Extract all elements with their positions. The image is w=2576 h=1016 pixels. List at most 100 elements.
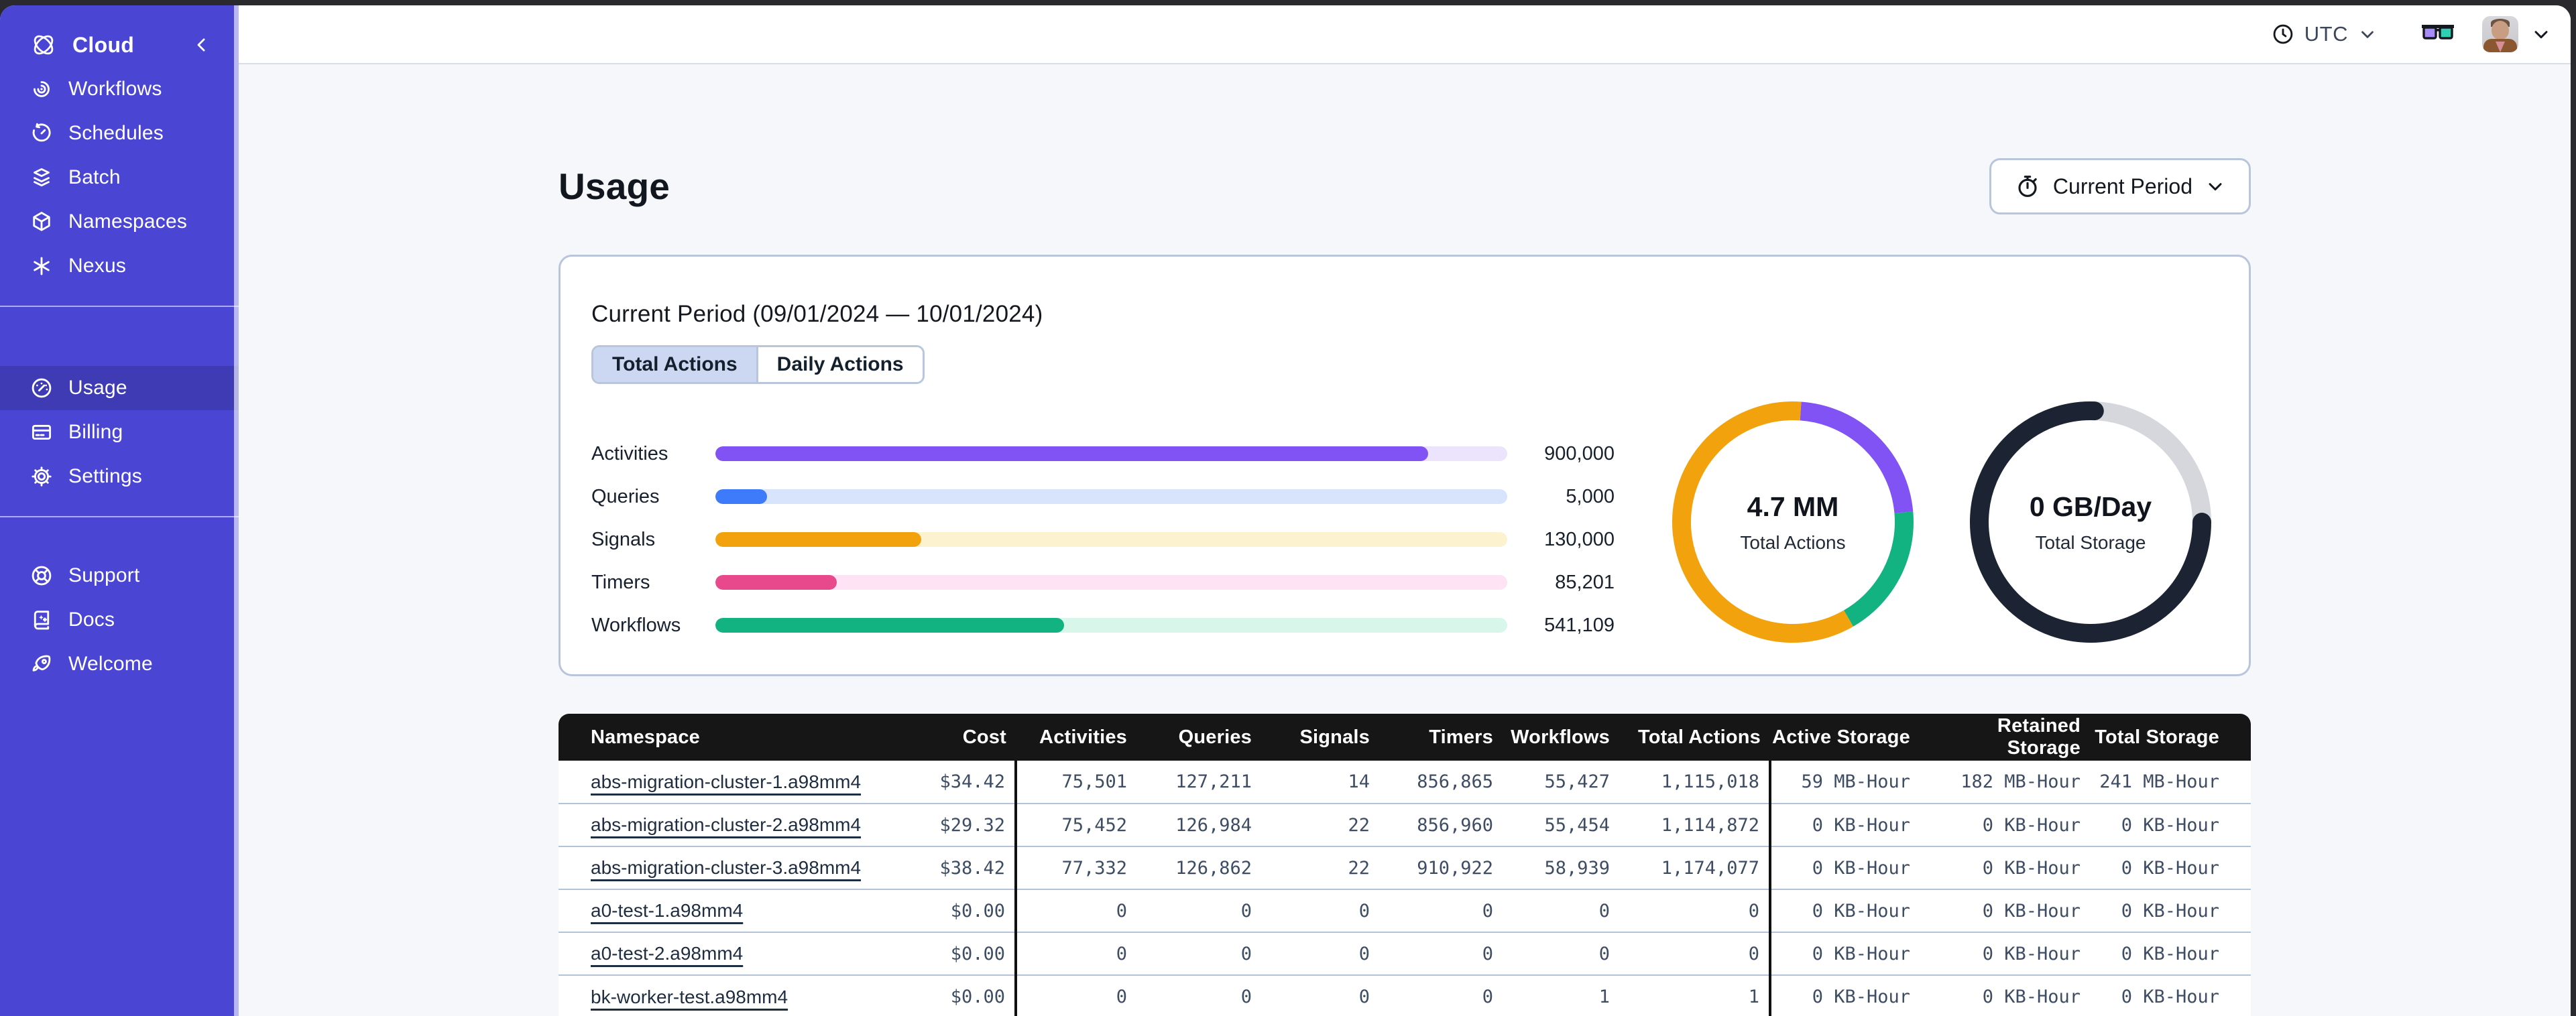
namespace-cell: abs-migration-cluster-3.a98mm4 (559, 846, 929, 889)
schedules-icon (30, 121, 54, 145)
table-cell: 0 KB-Hour (1920, 803, 2090, 846)
table-cell: 0 (1014, 889, 1136, 932)
table-header-row: Namespace Cost Activities Queries Signal… (559, 714, 2251, 761)
col-total-storage: Total Storage (2090, 714, 2251, 761)
col-namespace: Namespace (559, 714, 929, 761)
workflows-icon (30, 77, 54, 101)
bar-category-label: Activities (591, 442, 668, 464)
table-row: a0-test-2.a98mm4 $0.00 0 0 0 0 0 0 0 KB-Hour 0 KB… (559, 932, 2251, 975)
bar-category-label: Queries (591, 485, 660, 507)
sidebar-item-batch[interactable]: Batch (0, 155, 239, 200)
bar-fill (715, 446, 1428, 461)
docs-book-icon (30, 608, 54, 632)
table-cell: 0 (1261, 932, 1379, 975)
brand-label: Cloud (72, 32, 135, 57)
current-period-card: Current Period (09/01/2024 — 10/01/2024)… (559, 255, 2251, 676)
feedback-glasses-icon[interactable] (2419, 23, 2457, 46)
table-cell: 1 (1619, 974, 1770, 1016)
total-storage-label: Total Storage (2035, 531, 2146, 553)
table-cell: 0 KB-Hour (1920, 889, 2090, 932)
namespace-cell: abs-migration-cluster-2.a98mm4 (559, 803, 929, 846)
table-cell: 0 (1136, 889, 1261, 932)
bar-track (715, 618, 1507, 633)
actions-bar-chart: Activities 900,000 Queries 5,000 Signals 130,… (591, 432, 1615, 647)
billing-card-icon (30, 420, 54, 444)
table-cell: 0 KB-Hour (1769, 974, 1920, 1016)
table-cell: 0 (1619, 932, 1770, 975)
table-cell: 0 (1014, 974, 1136, 1016)
sidebar-item-nexus[interactable]: Nexus (0, 244, 239, 288)
content-area: Usage Current Period Current Period (09/… (239, 64, 2571, 1016)
table-cell: 0 KB-Hour (1920, 932, 2090, 975)
table-cell: 0 KB-Hour (1769, 803, 1920, 846)
bar-value: 130,000 (1544, 528, 1615, 550)
account-menu-chevron-down-icon[interactable] (2530, 23, 2552, 45)
table-cell: 0 (1619, 889, 1770, 932)
bar-category-label: Workflows (591, 614, 681, 636)
table-cell: 0 KB-Hour (1920, 974, 2090, 1016)
bar-fill (715, 575, 837, 590)
collapse-sidebar-chevron-left-icon[interactable] (192, 35, 212, 55)
namespace-link[interactable]: abs-migration-cluster-2.a98mm4 (591, 814, 861, 835)
batch-icon (30, 166, 54, 190)
table-cell: 910,922 (1379, 846, 1503, 889)
total-actions-donut-chart: 4.7 MM Total Actions (1665, 395, 1920, 649)
period-selector-button[interactable]: Current Period (1989, 158, 2251, 214)
namespace-link[interactable]: a0-test-1.a98mm4 (591, 900, 743, 921)
total-storage-value: 0 GB/Day (2029, 491, 2152, 522)
table-cell: 59 MB-Hour (1769, 761, 1920, 804)
tab-daily-actions[interactable]: Daily Actions (756, 347, 923, 382)
table-cell: 856,960 (1379, 803, 1503, 846)
sidebar-item-settings[interactable]: Settings (0, 454, 239, 499)
table-cell: 0 (1379, 974, 1503, 1016)
sidebar-item-welcome[interactable]: Welcome (0, 642, 239, 686)
table-cell: $0.00 (929, 889, 1016, 932)
sidebar-item-usage[interactable]: Usage (0, 366, 239, 410)
table-cell: 0 KB-Hour (2090, 889, 2251, 932)
tab-total-actions[interactable]: Total Actions (593, 347, 756, 382)
temporal-logo-icon (30, 31, 58, 59)
namespace-cell: bk-worker-test.a98mm4 (559, 974, 929, 1016)
table-cell: 75,501 (1014, 761, 1136, 804)
table-cell: 1,115,018 (1619, 761, 1770, 804)
namespaces-icon (30, 210, 54, 234)
usage-bar-row: Queries 5,000 (591, 475, 1615, 518)
welcome-rocket-icon (30, 652, 54, 676)
chevron-down-icon (2357, 24, 2378, 44)
usage-bar-row: Signals 130,000 (591, 518, 1615, 561)
namespace-link[interactable]: abs-migration-cluster-3.a98mm4 (591, 857, 861, 878)
table-row: abs-migration-cluster-3.a98mm4 $38.42 77,3… (559, 846, 2251, 889)
table-cell: 0 KB-Hour (1769, 846, 1920, 889)
usage-bar-row: Activities 900,000 (591, 432, 1615, 475)
namespace-link[interactable]: abs-migration-cluster-1.a98mm4 (591, 771, 861, 792)
table-cell: 0 (1014, 932, 1136, 975)
table-cell: $0.00 (929, 932, 1016, 975)
sidebar-item-docs[interactable]: Docs (0, 598, 239, 642)
namespace-cell: a0-test-2.a98mm4 (559, 932, 929, 975)
user-avatar[interactable] (2482, 16, 2518, 52)
namespace-link[interactable]: a0-test-2.a98mm4 (591, 943, 743, 964)
bar-track (715, 575, 1507, 590)
table-cell: 1,174,077 (1619, 846, 1770, 889)
sidebar-item-billing[interactable]: Billing (0, 410, 239, 454)
table-cell: $34.42 (929, 761, 1016, 804)
sidebar-item-schedules[interactable]: Schedules (0, 111, 239, 155)
bar-category-label: Timers (591, 571, 650, 593)
timezone-selector[interactable]: UTC (2271, 22, 2378, 46)
sidebar-item-support[interactable]: Support (0, 554, 239, 598)
clock-icon (2271, 22, 2295, 46)
col-activities: Activities (1016, 714, 1136, 761)
table-cell: 1,114,872 (1619, 803, 1770, 846)
support-lifebuoy-icon (30, 564, 54, 588)
table-cell: 55,427 (1503, 761, 1619, 804)
table-cell: 0 KB-Hour (1769, 889, 1920, 932)
table-cell: 126,984 (1136, 803, 1261, 846)
app-window: Cloud Workflows Schedules Batch Namespac… (0, 5, 2571, 1016)
sidebar-item-namespaces[interactable]: Namespaces (0, 200, 239, 244)
table-row: a0-test-1.a98mm4 $0.00 0 0 0 0 0 0 0 KB-Hour 0 KB… (559, 889, 2251, 932)
namespace-link[interactable]: bk-worker-test.a98mm4 (591, 987, 788, 1007)
sidebar-item-workflows[interactable]: Workflows (0, 67, 239, 111)
brand-row: Cloud (0, 23, 239, 67)
table-cell: 182 MB-Hour (1920, 761, 2090, 804)
usage-table-body: abs-migration-cluster-1.a98mm4 $34.42 75,5… (559, 761, 2251, 1016)
